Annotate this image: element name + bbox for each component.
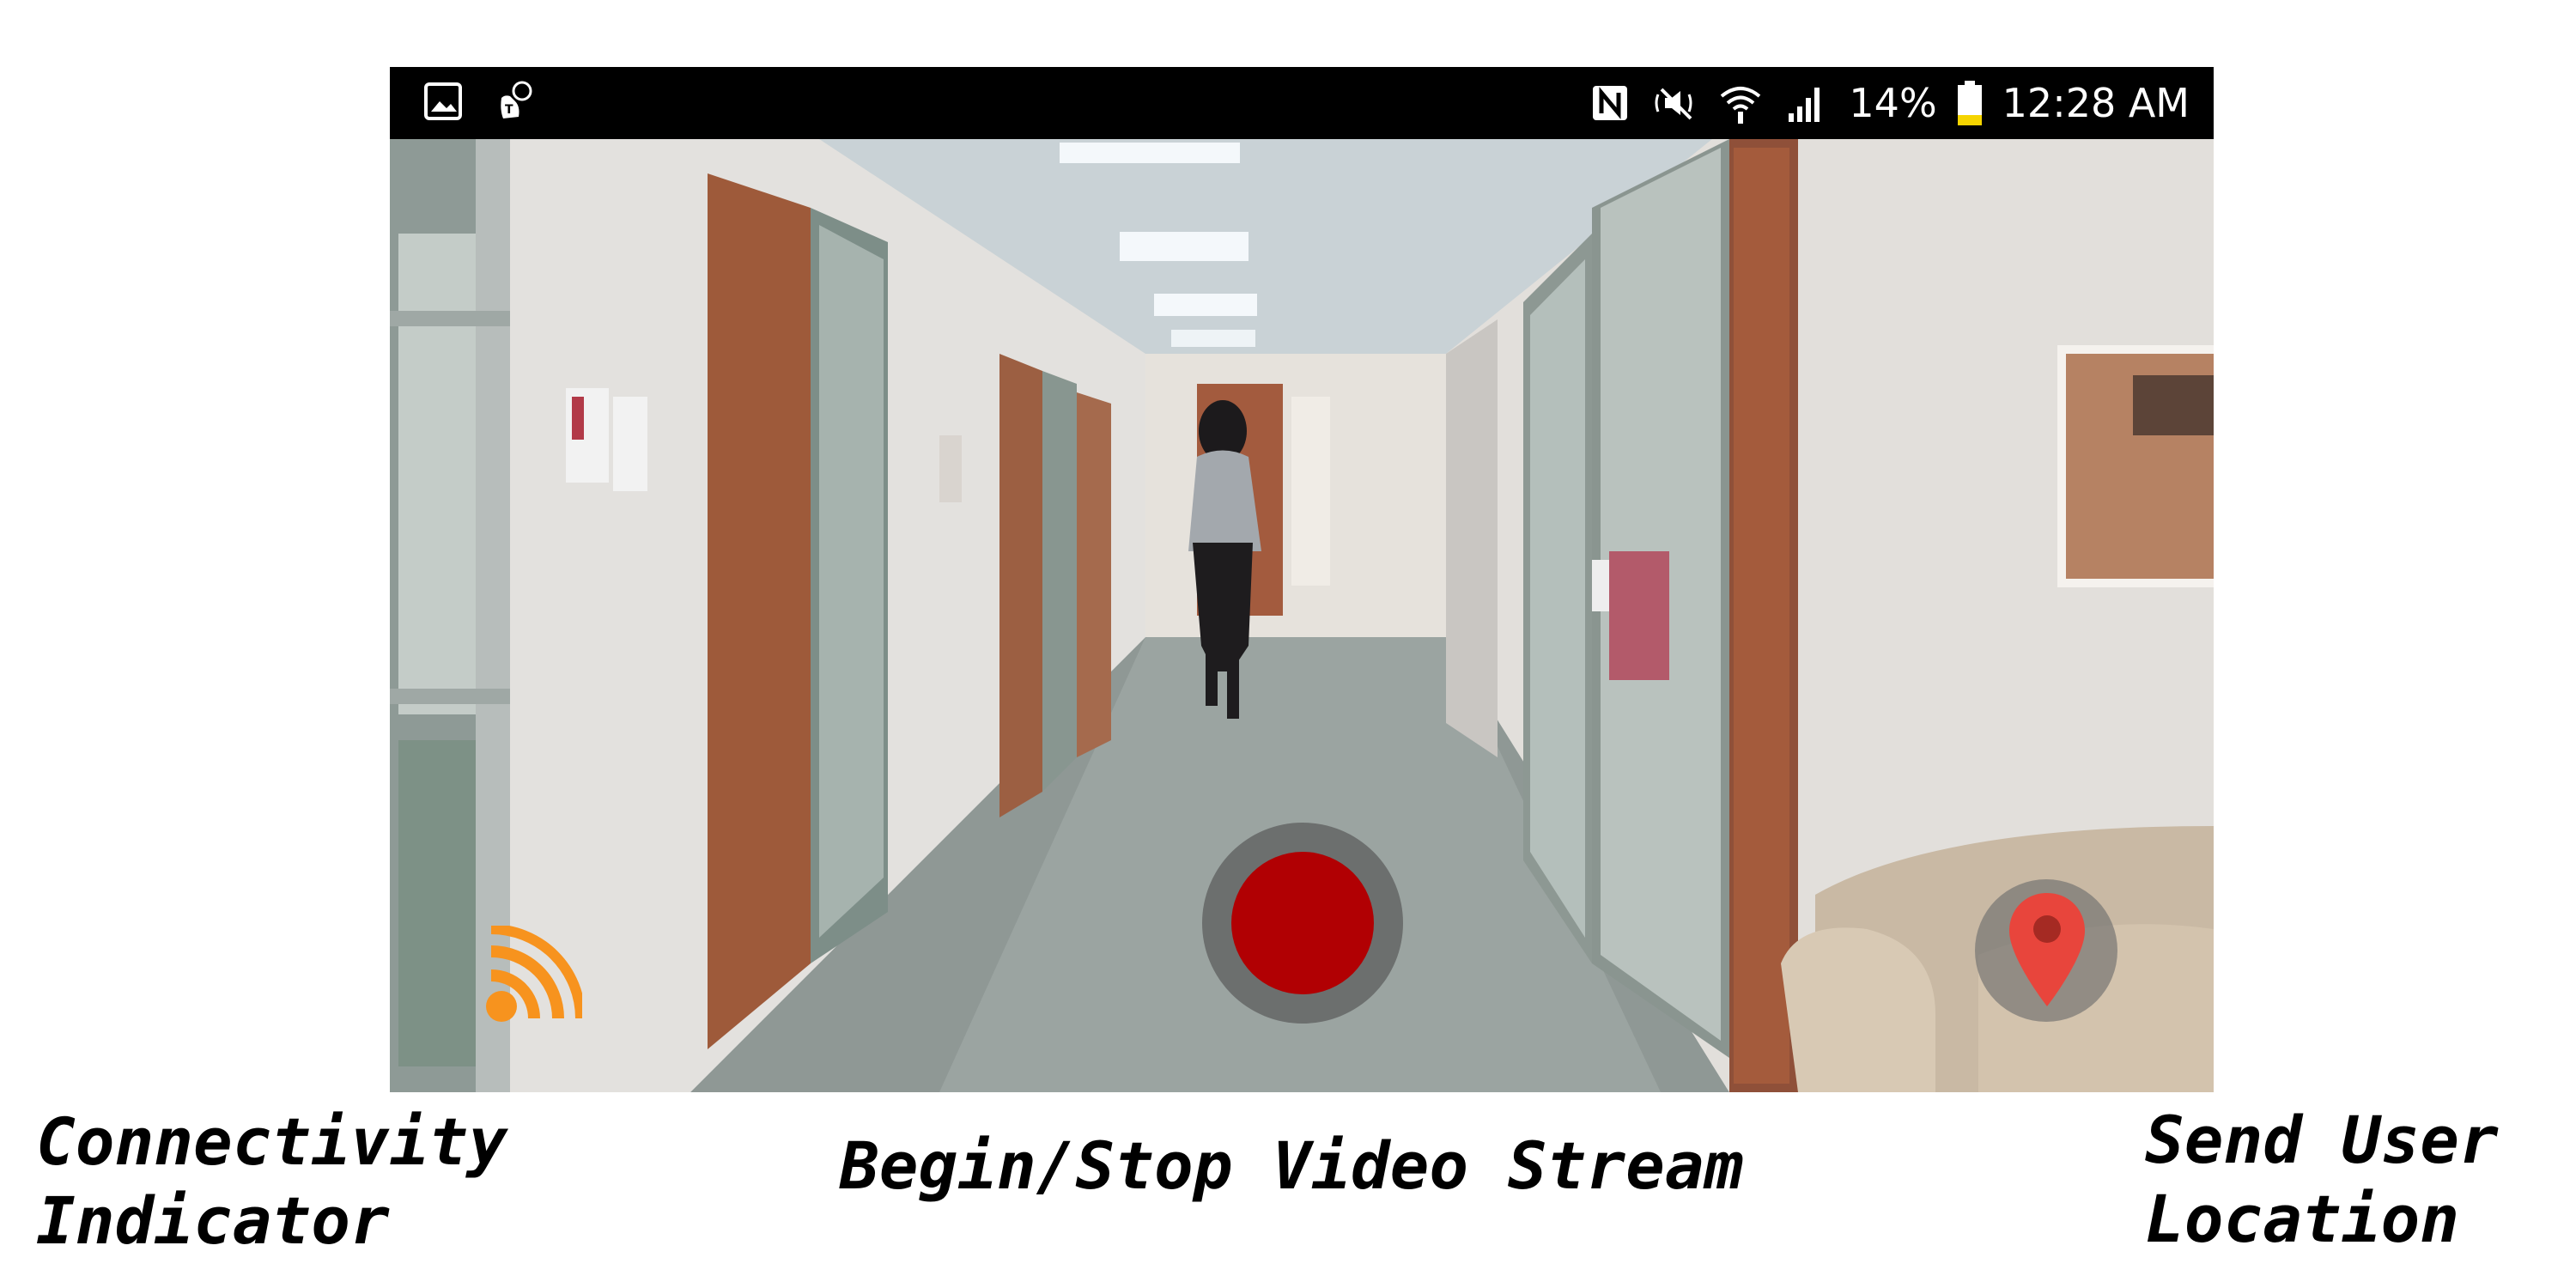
location-caption-line2: Location [2145, 1181, 2460, 1257]
battery-icon [1957, 81, 1982, 125]
video-caption-text: Begin/Stop Video Stream [840, 1127, 1744, 1204]
status-bar: T 14% 12:28 AM [390, 67, 2214, 139]
record-button[interactable] [1202, 823, 1403, 1024]
gallery-icon [424, 82, 462, 120]
video-caption: Begin/Stop Video Stream [840, 1127, 1743, 1206]
battery-percent: 14% [1849, 80, 1937, 126]
connectivity-caption-line1: Connectivity [36, 1103, 508, 1180]
signal-icon [1789, 88, 1820, 122]
connectivity-caption-line2: Indicator [36, 1182, 390, 1259]
phone-screen: T 14% 12:28 AM [390, 67, 2214, 1092]
send-location-button[interactable] [1975, 879, 2117, 1022]
nfc-icon [1593, 86, 1628, 120]
location-caption: Send User Location [2145, 1101, 2499, 1259]
clock: 12:28 AM [2002, 80, 2190, 126]
tmobile-icon: T [501, 81, 532, 118]
map-pin-icon [2009, 893, 2085, 1006]
connectivity-caption: Connectivity Indicator [36, 1103, 507, 1261]
connectivity-indicator[interactable] [484, 926, 582, 1024]
wifi-icon [1721, 87, 1761, 124]
rss-icon [486, 926, 582, 1022]
location-caption-line1: Send User [2145, 1102, 2499, 1178]
svg-text:T: T [505, 103, 513, 117]
mute-icon [1655, 88, 1692, 120]
record-icon [1231, 852, 1374, 994]
